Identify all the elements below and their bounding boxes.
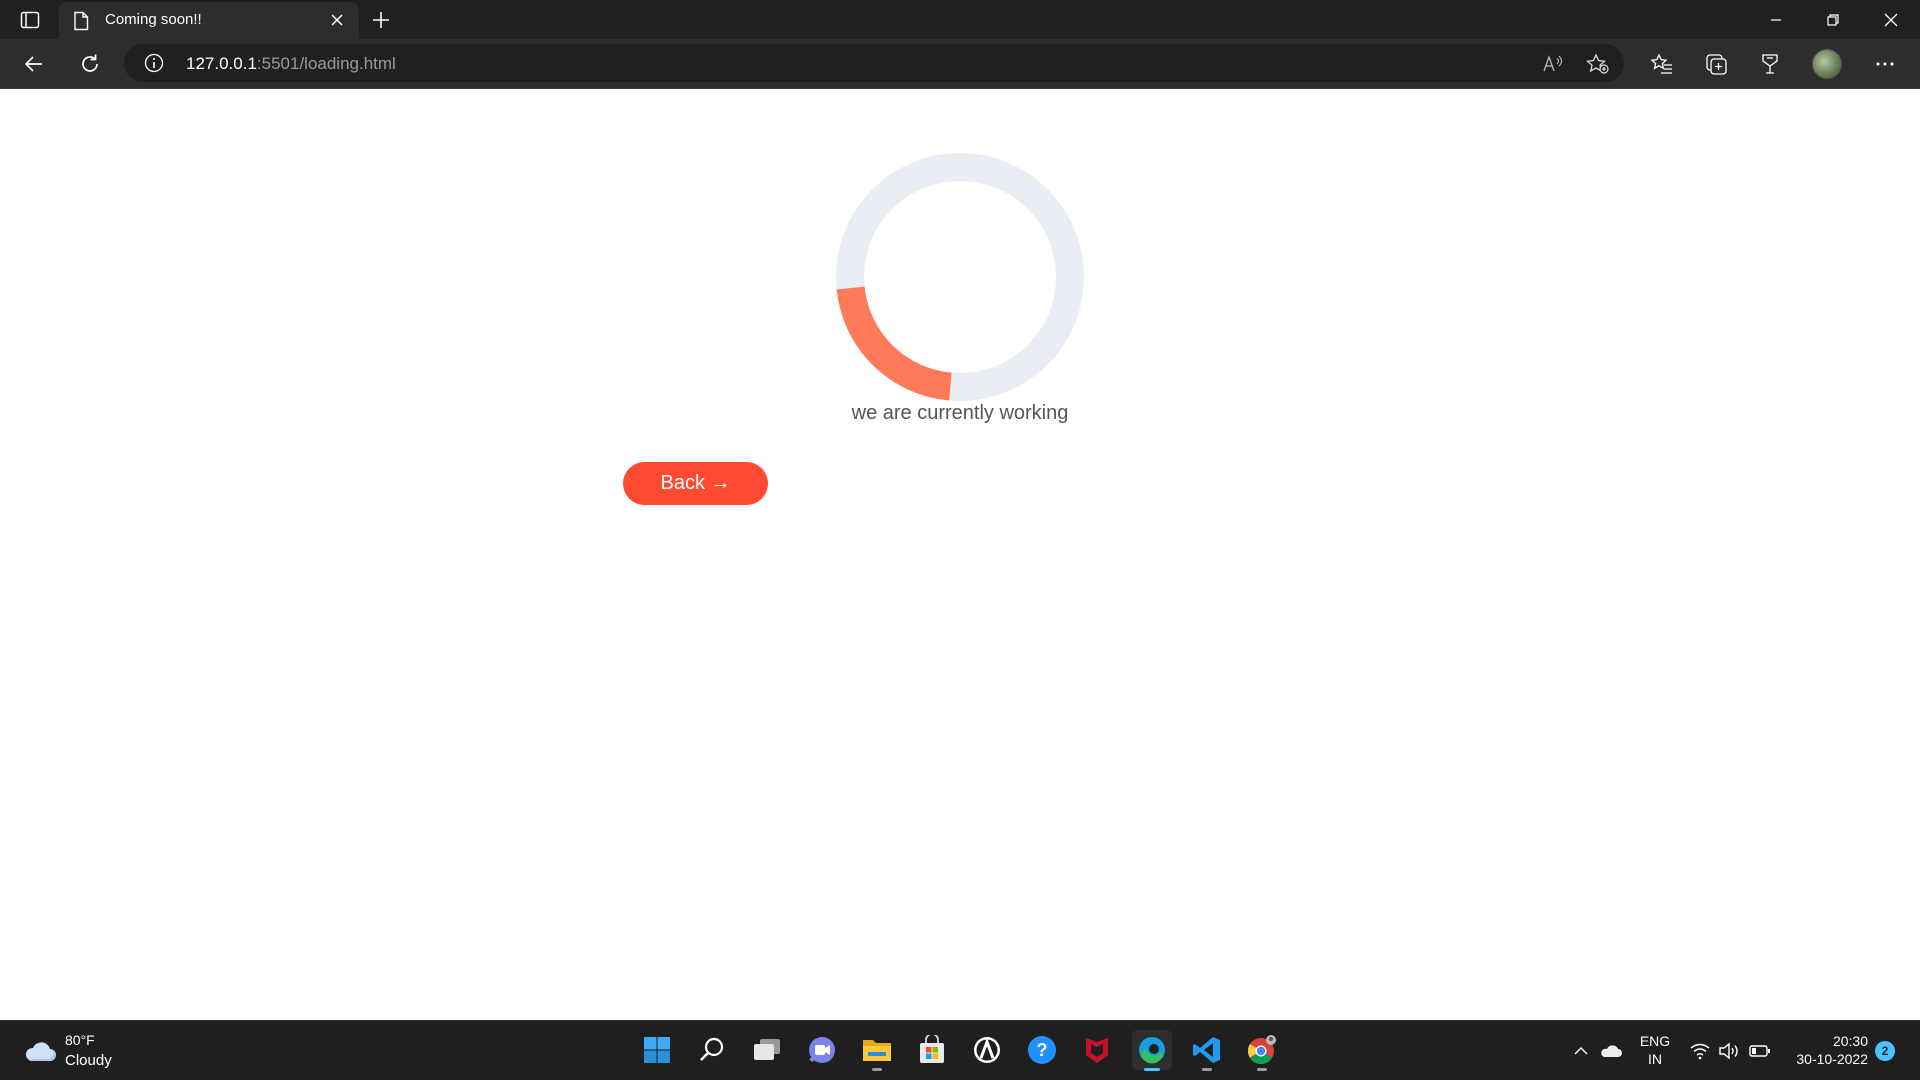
new-tab-icon[interactable] <box>368 7 394 33</box>
language-code: ENG <box>1639 1033 1671 1049</box>
loading-caption: we are currently working <box>851 402 1069 424</box>
favorites-icon[interactable] <box>1648 50 1676 78</box>
site-info-icon[interactable] <box>144 53 164 73</box>
svg-text:?: ? <box>1037 1040 1048 1060</box>
refresh-icon[interactable] <box>76 50 104 78</box>
browser-essentials-icon[interactable] <box>1756 50 1784 78</box>
start-icon[interactable] <box>637 1030 677 1070</box>
mcafee-icon[interactable] <box>1077 1030 1117 1070</box>
edge-icon[interactable] <box>1132 1030 1172 1071</box>
microsoft-store-icon[interactable] <box>912 1030 952 1070</box>
tab-title: Coming soon!! <box>105 11 202 28</box>
page-viewport: we are currently working Back → <box>0 89 1920 1020</box>
back-button[interactable]: Back → <box>623 462 768 505</box>
profile-avatar[interactable] <box>1812 49 1842 79</box>
system-clock[interactable]: 20:30 30-10-2022 <box>1780 1032 1868 1068</box>
help-icon[interactable]: ? <box>1022 1030 1062 1070</box>
clock-time: 20:30 <box>1832 1033 1868 1049</box>
loading-spinner <box>836 153 1084 401</box>
teams-chat-icon[interactable] <box>802 1030 842 1070</box>
battery-icon[interactable] <box>1748 1040 1772 1062</box>
browser-tab[interactable]: Coming soon!! <box>59 2 359 39</box>
notification-badge[interactable]: 2 <box>1875 1041 1895 1061</box>
language-region: IN <box>1648 1051 1662 1067</box>
onedrive-cloud-icon[interactable] <box>1598 1040 1624 1062</box>
browser-tab-bar: Coming soon!! <box>0 0 1920 39</box>
page-icon <box>73 11 91 31</box>
chrome-icon[interactable] <box>1242 1030 1282 1071</box>
clock-date: 30-10-2022 <box>1796 1051 1868 1067</box>
language-indicator[interactable]: ENG IN <box>1638 1032 1672 1068</box>
address-url[interactable]: 127.0.0.1:5501/loading.html <box>186 54 396 74</box>
file-explorer-icon[interactable] <box>857 1030 897 1071</box>
wifi-icon[interactable] <box>1688 1040 1712 1062</box>
task-view-icon[interactable] <box>747 1030 787 1070</box>
running-indicator <box>1144 1068 1160 1071</box>
address-bar[interactable]: 127.0.0.1:5501/loading.html <box>124 44 1624 82</box>
running-indicator <box>872 1068 882 1071</box>
weather-condition: Cloudy <box>65 1052 112 1069</box>
read-aloud-icon[interactable] <box>1542 53 1564 75</box>
add-favorite-icon[interactable] <box>1585 53 1609 75</box>
back-arrow-icon[interactable] <box>20 50 48 78</box>
vscode-icon[interactable] <box>1187 1030 1227 1071</box>
chevron-up-icon[interactable] <box>1570 1040 1592 1062</box>
close-tab-icon[interactable] <box>327 10 347 30</box>
browser-toolbar: 127.0.0.1:5501/loading.html <box>0 39 1920 89</box>
more-options-icon[interactable] <box>1871 50 1899 78</box>
url-host: 127.0.0.1 <box>186 54 257 73</box>
collections-icon[interactable] <box>1702 50 1730 78</box>
windows-taskbar: 80°F Cloudy ? ENG IN 20:30 30-10-2022 2 <box>0 1020 1920 1080</box>
minimize-icon[interactable] <box>1762 6 1790 34</box>
weather-temperature: 80°F <box>65 1032 95 1048</box>
running-indicator <box>1257 1068 1267 1071</box>
close-window-icon[interactable] <box>1877 6 1905 34</box>
search-icon[interactable] <box>692 1030 732 1070</box>
tab-actions-icon[interactable] <box>16 8 44 32</box>
app-icon[interactable] <box>967 1030 1007 1070</box>
running-indicator <box>1202 1068 1212 1071</box>
url-path: :5501/loading.html <box>256 54 396 73</box>
restore-icon[interactable] <box>1819 6 1847 34</box>
cloud-icon <box>24 1037 56 1065</box>
volume-icon[interactable] <box>1717 1040 1741 1062</box>
